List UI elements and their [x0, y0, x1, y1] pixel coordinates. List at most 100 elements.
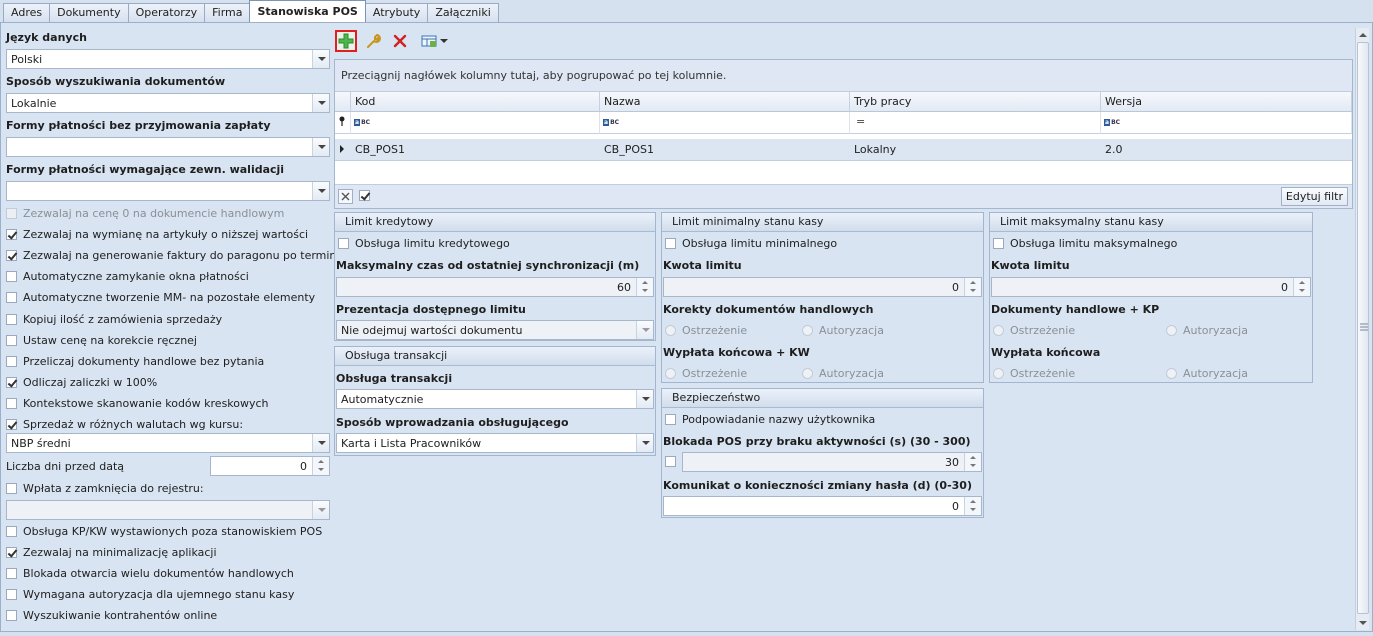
text-filter-icon: a BC	[354, 119, 371, 126]
vertical-scrollbar[interactable]	[1355, 28, 1369, 630]
tab-firma[interactable]: Firma	[204, 3, 251, 22]
option-checkbox[interactable]: Kontekstowe skanowanie kodów kreskowych	[6, 397, 269, 410]
chevron-down-icon[interactable]	[312, 50, 329, 68]
chevron-down-icon[interactable]	[636, 390, 653, 408]
view-menu-button[interactable]	[417, 30, 453, 52]
edit-button[interactable]	[362, 30, 384, 52]
liczba-dni-label: Liczba dni przed datą	[6, 460, 125, 473]
korekty-label: Korekty dokumentów handlowych	[663, 303, 874, 316]
jezyk-label: Język danych	[6, 31, 87, 44]
sposob-select[interactable]: Lokalnie	[6, 93, 330, 113]
formy-wym-select[interactable]	[6, 181, 330, 201]
table-cell-kod[interactable]: CB_POS1	[351, 139, 600, 161]
option-checkbox[interactable]: Wymagana autoryzacja dla ujemnego stanu …	[6, 588, 294, 601]
delete-button[interactable]	[389, 30, 411, 52]
chevron-down-icon	[312, 501, 329, 519]
chevron-down-icon[interactable]	[312, 94, 329, 112]
text-filter-icon: a BC	[603, 119, 620, 126]
chevron-down-icon[interactable]	[312, 138, 329, 156]
column-header-nazwa[interactable]: Nazwa	[600, 92, 850, 112]
filter-active-checkbox[interactable]	[359, 190, 370, 201]
komunikat-input[interactable]: 0	[663, 496, 982, 516]
tab-strip: Adres Dokumenty Operatorzy Firma Stanowiska …	[3, 0, 499, 22]
prezentacja-label: Prezentacja dostępnego limitu	[336, 303, 526, 316]
wrench-icon	[367, 33, 381, 48]
wyplata-max-autoryzacja-radio: Autoryzacja	[1166, 367, 1248, 380]
filter-wersja[interactable]: a BC	[1101, 112, 1352, 134]
option-checkbox[interactable]: Zezwalaj na wymianę na artykuły o niższe…	[6, 228, 308, 241]
group-title: Limit maksymalny stanu kasy	[990, 213, 1312, 232]
option-checkbox[interactable]: Sprzedaż w różnych walutach wg kursu:	[6, 418, 243, 431]
korekty-ostrzezenie-radio: Ostrzeżenie	[665, 324, 747, 337]
column-header-kod[interactable]: Kod	[351, 92, 600, 112]
limit-kredytowy-checkbox[interactable]: Obsługa limitu kredytowego	[338, 237, 510, 250]
sposob-wprowadzania-select[interactable]: Karta i Lista Pracowników	[336, 433, 654, 453]
podpowiadanie-checkbox[interactable]: Podpowiadanie nazwy użytkownika	[665, 413, 875, 426]
filter-panel: Edytuj filtr	[335, 184, 1352, 208]
spin-buttons	[964, 453, 981, 471]
table-cell-tryb[interactable]: Lokalny	[850, 139, 1101, 161]
filter-kod[interactable]: a BC	[351, 112, 600, 134]
tab-adres[interactable]: Adres	[3, 3, 51, 22]
filter-nazwa[interactable]: a BC	[600, 112, 850, 134]
option-checkbox[interactable]: Obsługa KP/KW wystawionych poza stanowis…	[6, 525, 322, 538]
grid-view-icon	[421, 35, 437, 47]
scroll-thumb[interactable]	[1357, 42, 1369, 614]
tab-stanowiska-pos[interactable]: Stanowiska POS	[249, 0, 366, 22]
wyplata-ostrzezenie-radio: Ostrzeżenie	[665, 367, 747, 380]
option-checkbox[interactable]: Ustaw cenę na korekcie ręcznej	[6, 334, 197, 347]
row-selector-icon[interactable]	[335, 139, 351, 161]
option-checkbox[interactable]: Automatyczne zamykanie okna płatności	[6, 270, 249, 283]
table-cell-wersja[interactable]: 2.0	[1101, 139, 1352, 161]
column-header-tryb[interactable]: Tryb pracy	[850, 92, 1101, 112]
czas-input: 60	[336, 277, 654, 297]
tab-dokumenty[interactable]: Dokumenty	[49, 3, 129, 22]
column-header-wersja[interactable]: Wersja	[1101, 92, 1352, 112]
add-button[interactable]	[335, 30, 357, 52]
option-checkbox[interactable]: Zezwalaj na minimalizację aplikacji	[6, 546, 217, 559]
table-cell-nazwa[interactable]: CB_POS1	[600, 139, 850, 161]
spin-buttons[interactable]	[312, 457, 329, 475]
option-checkbox[interactable]: Przeliczaj dokumenty handlowe bez pytani…	[6, 355, 264, 368]
tab-atrybuty[interactable]: Atrybuty	[364, 3, 429, 22]
limit-min-checkbox[interactable]: Obsługa limitu minimalnego	[665, 237, 837, 250]
option-checkbox[interactable]: Kopiuj ilość z zamówienia sprzedaży	[6, 313, 222, 326]
dok-autoryzacja-radio: Autoryzacja	[1166, 324, 1248, 337]
tab-za-czniki[interactable]: Załączniki	[427, 3, 499, 22]
spin-buttons	[636, 278, 653, 296]
option-checkbox[interactable]: Blokada otwarcia wielu dokumentów handlo…	[6, 567, 294, 580]
limit-max-checkbox[interactable]: Obsługa limitu maksymalnego	[993, 237, 1177, 250]
chevron-down-icon[interactable]	[312, 434, 329, 452]
grip-icon	[1360, 323, 1368, 331]
obsluga-select[interactable]: Automatycznie	[336, 389, 654, 409]
chevron-down-icon[interactable]	[636, 434, 653, 452]
chevron-down-icon[interactable]	[312, 182, 329, 200]
edit-filter-button[interactable]: Edytuj filtr	[1280, 187, 1348, 206]
option-checkbox[interactable]: Automatyczne tworzenie MM- na pozostałe …	[6, 291, 315, 304]
option-checkbox[interactable]: Odliczaj zaliczki w 100%	[6, 376, 157, 389]
option-checkbox[interactable]: Wyszukiwanie kontrahentów online	[6, 609, 217, 622]
filter-tryb[interactable]: =	[850, 112, 1101, 134]
close-icon	[393, 34, 407, 48]
clear-filter-icon[interactable]	[338, 189, 353, 204]
czas-label: Maksymalny czas od ostatniej synchroniza…	[336, 259, 640, 272]
wplata-select	[6, 500, 330, 520]
blokada-checkbox[interactable]	[665, 456, 676, 467]
formy-bez-select[interactable]	[6, 137, 330, 157]
row-indicator-header	[335, 92, 351, 112]
kurs-select[interactable]: NBP średni	[6, 433, 330, 453]
option-checkbox[interactable]: Zezwalaj na generowanie faktury do parag…	[6, 249, 346, 262]
tab-operatorzy[interactable]: Operatorzy	[127, 3, 206, 22]
group-title: Obsługa transakcji	[335, 347, 655, 366]
kwota-min-label: Kwota limitu	[663, 259, 742, 272]
scroll-down-icon	[1359, 621, 1367, 625]
plus-icon	[338, 33, 354, 49]
liczba-dni-input[interactable]: 0	[210, 456, 330, 476]
dok-kp-label: Dokumenty handlowe + KP	[991, 303, 1160, 316]
spin-buttons[interactable]	[964, 497, 981, 515]
kwota-max-label: Kwota limitu	[991, 259, 1070, 272]
wplata-checkbox[interactable]: Wpłata z zamknięcia do rejestru:	[6, 482, 204, 495]
prezentacja-select: Nie odejmuj wartości dokumentu	[336, 320, 654, 340]
jezyk-select[interactable]: Polski	[6, 49, 330, 69]
formy-bez-label: Formy płatności bez przyjmowania zapłaty	[6, 119, 271, 132]
